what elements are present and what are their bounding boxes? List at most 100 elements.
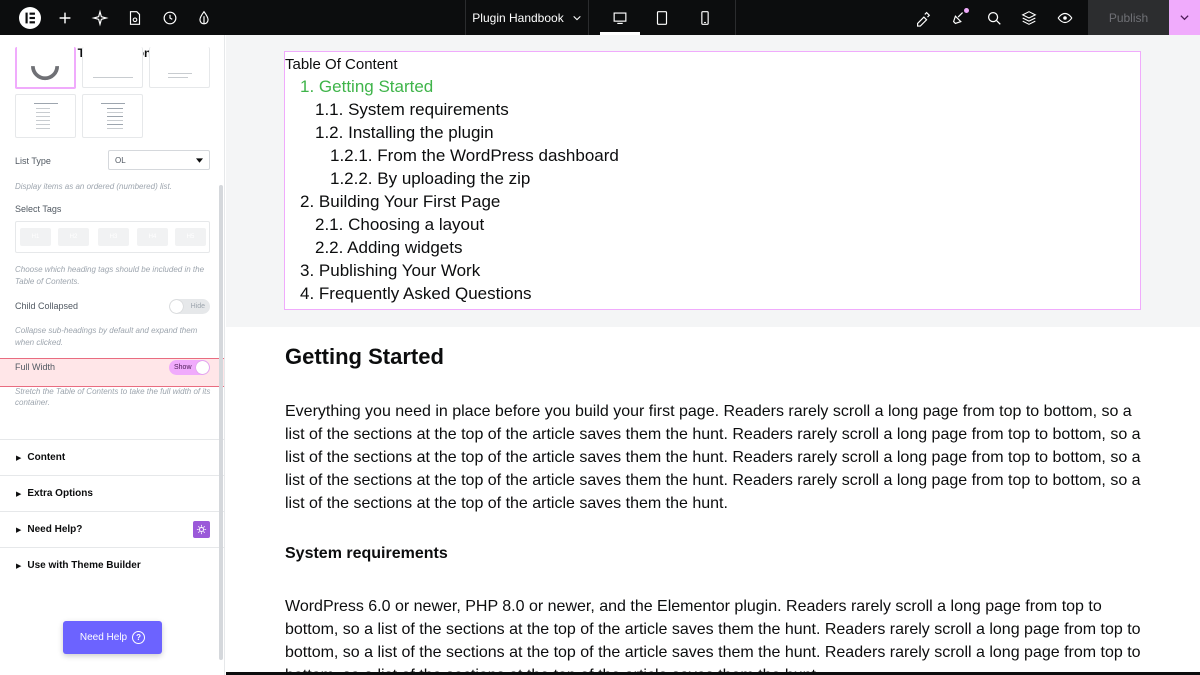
toc-item-text: Getting Started: [318, 77, 434, 96]
select-tags-label: Select Tags: [15, 204, 62, 214]
paragraph-getting-started: Everything you need in place before you …: [285, 403, 1141, 512]
child-collapsed-label: Child Collapsed: [15, 301, 79, 311]
section-content[interactable]: ▶ Content: [0, 439, 224, 475]
style-preset-5[interactable]: [82, 94, 143, 138]
toc-item[interactable]: 2.2. Adding widgets: [315, 238, 462, 258]
notification-dot: [964, 8, 969, 13]
question-icon: ?: [132, 631, 146, 644]
style-preset-4[interactable]: [15, 94, 76, 138]
toc-item[interactable]: 1. Getting Started: [300, 77, 433, 97]
whats-new-icon[interactable]: [941, 0, 977, 35]
help-widget-icon: [193, 521, 210, 538]
list-type-label: List Type: [15, 156, 51, 166]
toc-item-number: 2.1.: [315, 215, 344, 234]
tag-chip-h3[interactable]: H3: [98, 228, 129, 246]
toc-section: Table Of Content 1. Getting Started 1.1.…: [226, 35, 1200, 327]
chevron-down-icon: [1180, 15, 1189, 21]
toc-item[interactable]: 3. Publishing Your Work: [300, 261, 480, 281]
section-theme-builder[interactable]: ▶ Use with Theme Builder: [0, 547, 224, 583]
section-theme-builder-label: Use with Theme Builder: [27, 560, 141, 571]
tag-chip-h1[interactable]: H1: [20, 228, 51, 246]
toc-item-text: Frequently Asked Questions: [318, 284, 532, 303]
style-preset-1[interactable]: [15, 47, 76, 89]
toc-item[interactable]: 1.2. Installing the plugin: [315, 123, 494, 143]
style-preset-2[interactable]: [82, 47, 143, 88]
toc-item[interactable]: 1.1. System requirements: [315, 100, 509, 120]
section-need-help-label: Need Help?: [27, 524, 83, 535]
list-type-value: OL: [115, 155, 126, 165]
full-width-description: Stretch the Table of Contents to take th…: [15, 387, 211, 407]
structure-icon[interactable]: [1011, 0, 1047, 35]
toc-item-number: 4.: [300, 284, 315, 303]
toc-item[interactable]: 1.2.1. From the WordPress dashboard: [330, 146, 619, 166]
editor-panel: Edit Table Of Content List Type OL Displ…: [0, 35, 225, 675]
elementor-logo-icon[interactable]: [12, 0, 48, 35]
toc-item-text: System requirements: [348, 100, 509, 119]
ai-sparkle-icon[interactable]: [82, 0, 118, 35]
panel-scrollbar[interactable]: [219, 185, 223, 660]
toc-item-number: 2.: [300, 192, 315, 211]
select-tags-description: Choose which heading tags should be incl…: [15, 265, 205, 286]
caret-down-icon: [196, 157, 203, 163]
list-type-select[interactable]: OL: [108, 150, 210, 170]
desktop-icon[interactable]: [602, 0, 638, 35]
toc-item[interactable]: 4. Frequently Asked Questions: [300, 284, 532, 304]
tag-chip-h4[interactable]: H4: [137, 228, 168, 246]
tag-chip-h5[interactable]: H5: [175, 228, 206, 246]
caret-right-icon: ▶: [16, 490, 22, 498]
full-width-label: Full Width: [15, 362, 56, 372]
publish-options-button[interactable]: [1169, 0, 1200, 35]
heading-system-requirements: System requirements: [285, 545, 448, 562]
list-type-description: Display items as an ordered (numbered) l…: [15, 182, 172, 191]
device-separator: [735, 0, 736, 35]
child-collapsed-state: Hide: [190, 303, 205, 310]
publish-button[interactable]: Publish: [1088, 0, 1169, 35]
table-of-content-widget[interactable]: Table Of Content 1. Getting Started 1.1.…: [284, 51, 1141, 310]
full-width-state: Show: [174, 364, 192, 371]
tag-chip-h2[interactable]: H2: [58, 228, 89, 246]
heading-getting-started: Getting Started: [285, 344, 444, 369]
toc-item-number: 1.2.1.: [330, 146, 373, 165]
style-preset-3[interactable]: [149, 47, 210, 88]
toc-item-number: 3.: [300, 261, 315, 280]
toc-item-text: Publishing Your Work: [318, 261, 481, 280]
section-need-help[interactable]: ▶ Need Help?: [0, 511, 224, 547]
chevron-down-icon: [572, 15, 581, 20]
toc-item-text: Adding widgets: [347, 238, 463, 257]
search-icon[interactable]: [976, 0, 1012, 35]
toc-item-number: 1.2.2.: [330, 169, 373, 188]
section-content-label: Content: [27, 452, 66, 463]
toc-item[interactable]: 2.1. Choosing a layout: [315, 215, 484, 235]
child-collapsed-description: Collapse sub-headings by default and exp…: [15, 326, 198, 347]
toc-item-text: From the WordPress dashboard: [377, 146, 619, 165]
caret-right-icon: ▶: [16, 526, 22, 534]
preview-icon[interactable]: [1047, 0, 1083, 35]
circle-preset-icon: [31, 65, 60, 81]
section-extra-options[interactable]: ▶ Extra Options: [0, 475, 224, 511]
tablet-icon[interactable]: [644, 0, 680, 35]
toc-item-text: Installing the plugin: [348, 123, 494, 142]
theme-style-icon[interactable]: [186, 0, 222, 35]
toc-item-number: 2.2.: [315, 238, 344, 257]
site-settings-icon[interactable]: [117, 0, 153, 35]
caret-right-icon: ▶: [16, 562, 22, 570]
paint-icon[interactable]: [905, 0, 941, 35]
child-collapsed-toggle[interactable]: Hide: [169, 299, 210, 314]
top-bar: Plugin Handbook Publish: [0, 0, 1200, 35]
mobile-icon[interactable]: [687, 0, 723, 35]
need-help-label: Need Help: [79, 632, 128, 643]
history-icon[interactable]: [152, 0, 188, 35]
toc-item[interactable]: 1.2.2. By uploading the zip: [330, 169, 530, 189]
document-title-dropdown[interactable]: Plugin Handbook: [465, 0, 589, 35]
toc-item[interactable]: 2. Building Your First Page: [300, 192, 500, 212]
full-width-toggle[interactable]: Show: [169, 360, 210, 375]
toc-title: Table Of Content: [285, 56, 398, 73]
toggle-knob: [170, 300, 183, 313]
toc-item-text: Choosing a layout: [348, 215, 485, 234]
select-tags-field[interactable]: H1 H2 H3 H4 H5: [15, 221, 210, 253]
section-extra-options-label: Extra Options: [27, 488, 93, 499]
add-icon[interactable]: [47, 0, 83, 35]
toc-item-text: By uploading the zip: [377, 169, 531, 188]
need-help-button[interactable]: Need Help ?: [63, 621, 162, 654]
page-canvas: Table Of Content 1. Getting Started 1.1.…: [226, 35, 1200, 675]
